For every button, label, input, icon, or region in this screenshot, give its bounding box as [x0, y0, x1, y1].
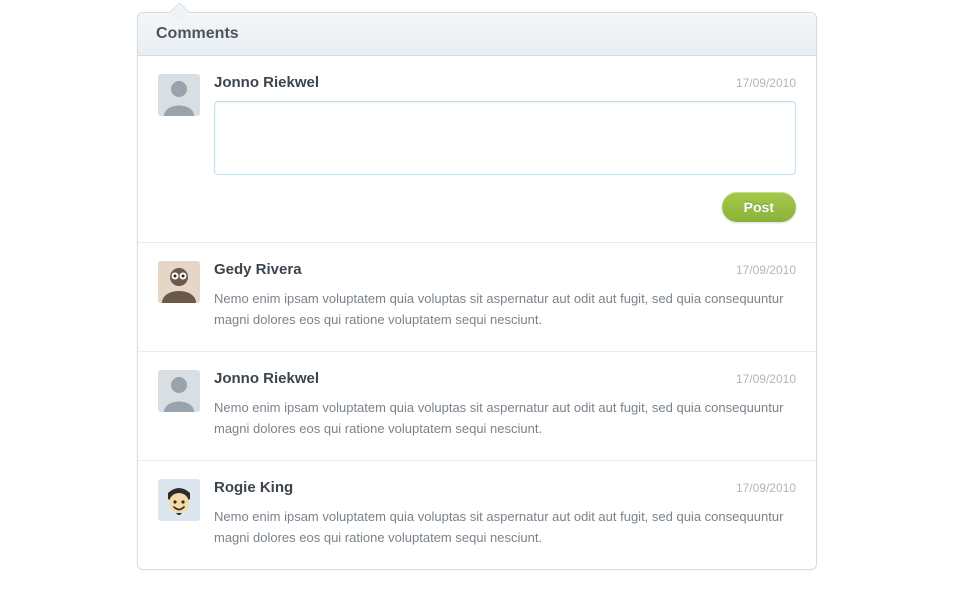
- compose-date: 17/09/2010: [736, 76, 796, 90]
- comment-body: Jonno Riekwel 17/09/2010 Nemo enim ipsam…: [214, 370, 796, 440]
- avatar-image-icon: [158, 370, 200, 412]
- comment-date: 17/09/2010: [736, 372, 796, 386]
- comment-body: Rogie King 17/09/2010 Nemo enim ipsam vo…: [214, 479, 796, 549]
- comment-body: Gedy Rivera 17/09/2010 Nemo enim ipsam v…: [214, 261, 796, 331]
- comment-date: 17/09/2010: [736, 481, 796, 495]
- panel-title: Comments: [156, 25, 798, 43]
- comment-text: Nemo enim ipsam voluptatem quia voluptas…: [214, 506, 796, 549]
- comment-input[interactable]: [214, 101, 796, 175]
- compose-author: Jonno Riekwel: [214, 74, 319, 91]
- comment-text: Nemo enim ipsam voluptatem quia voluptas…: [214, 288, 796, 331]
- compose-body: Jonno Riekwel 17/09/2010 Post: [214, 74, 796, 222]
- compose-entry: Jonno Riekwel 17/09/2010 Post: [138, 56, 816, 243]
- compose-actions: Post: [214, 192, 796, 222]
- comments-panel: Comments Jonno Riekwel 17/09/2010 Post: [137, 12, 817, 570]
- avatar-image-icon: [158, 479, 200, 521]
- comment-meta: Gedy Rivera 17/09/2010: [214, 261, 796, 278]
- comment-meta: Rogie King 17/09/2010: [214, 479, 796, 496]
- comment-meta: Jonno Riekwel 17/09/2010: [214, 370, 796, 387]
- avatar-image-icon: [158, 261, 200, 303]
- post-button[interactable]: Post: [722, 192, 796, 222]
- comment-author: Gedy Rivera: [214, 261, 302, 278]
- comment-text: Nemo enim ipsam voluptatem quia voluptas…: [214, 397, 796, 440]
- comment-item: Jonno Riekwel 17/09/2010 Nemo enim ipsam…: [138, 352, 816, 461]
- panel-header: Comments: [138, 13, 816, 56]
- comment-item: Rogie King 17/09/2010 Nemo enim ipsam vo…: [138, 461, 816, 569]
- avatar-image-icon: [158, 74, 200, 116]
- comment-item: Gedy Rivera 17/09/2010 Nemo enim ipsam v…: [138, 243, 816, 352]
- avatar: [158, 479, 200, 521]
- comment-author: Rogie King: [214, 479, 293, 496]
- compose-meta: Jonno Riekwel 17/09/2010: [214, 74, 796, 91]
- avatar: [158, 370, 200, 412]
- comment-author: Jonno Riekwel: [214, 370, 319, 387]
- avatar: [158, 74, 200, 116]
- avatar: [158, 261, 200, 303]
- comment-date: 17/09/2010: [736, 263, 796, 277]
